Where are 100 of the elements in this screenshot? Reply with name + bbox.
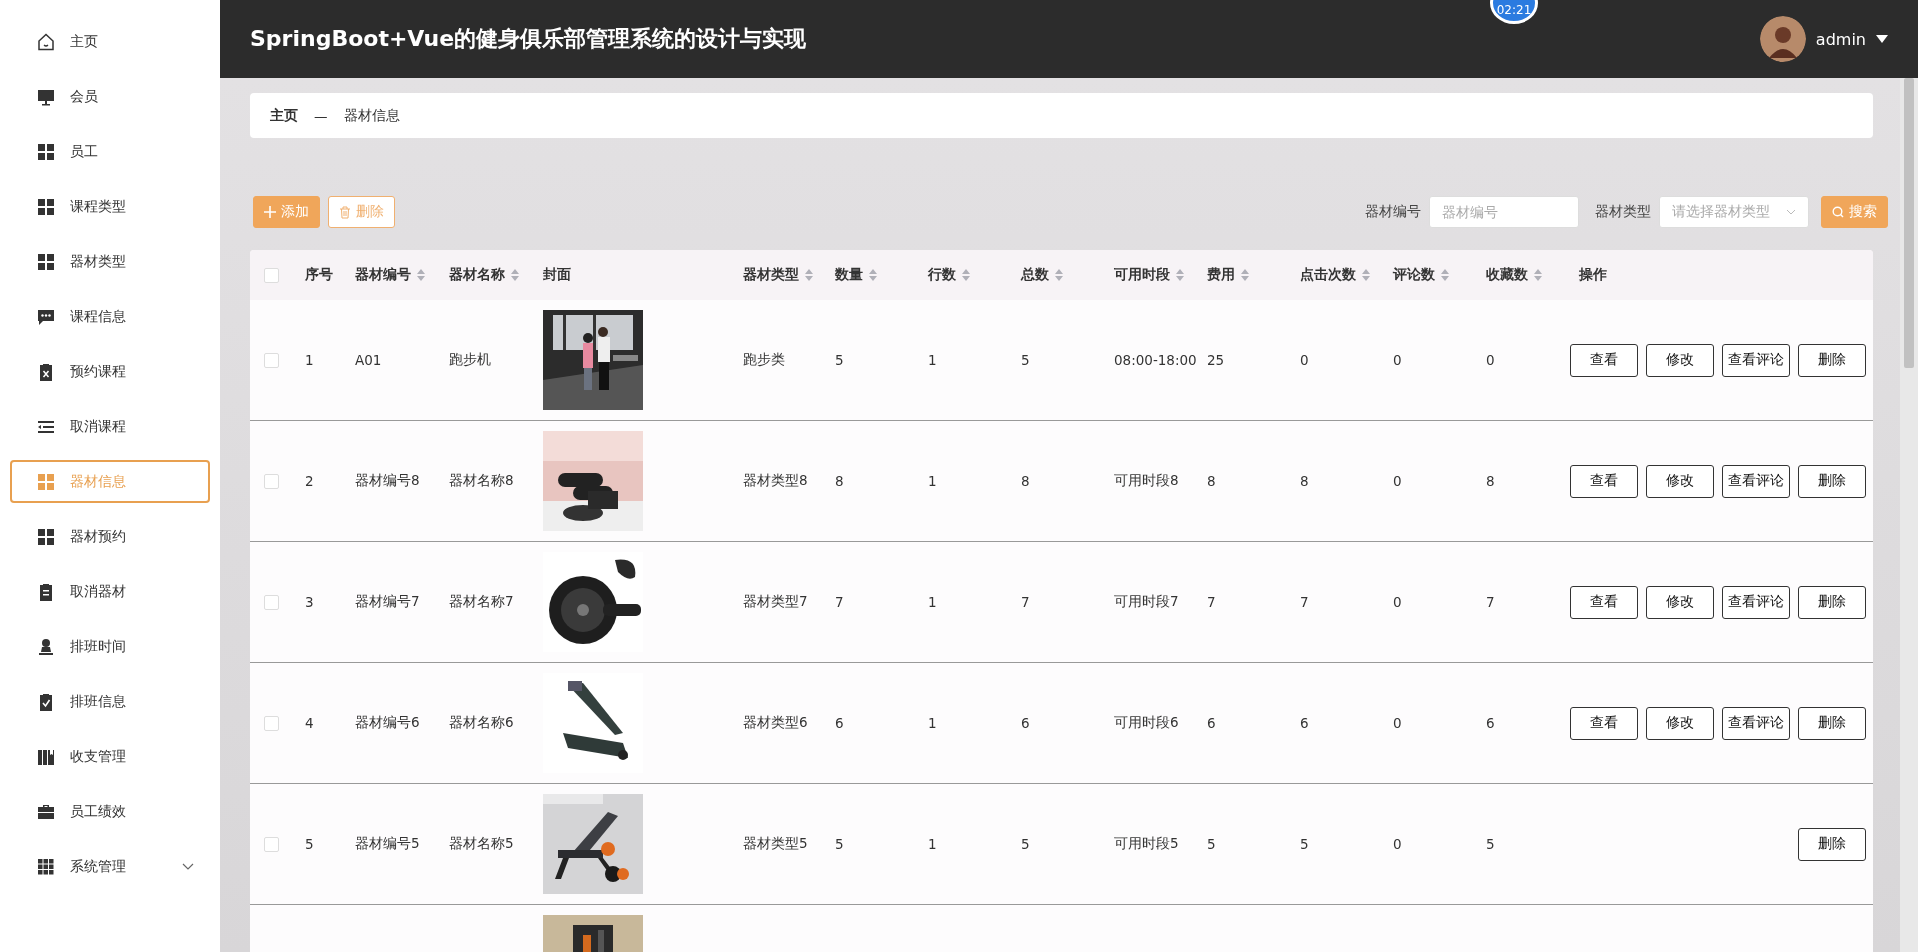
action-button[interactable]: 查看评论 [1722,343,1790,377]
sidebar-item[interactable]: 课程类型 [10,185,210,228]
trash-icon [339,205,351,219]
sort-icon[interactable] [417,269,425,281]
table-cell: 6 [1207,715,1216,731]
checkbox[interactable] [264,473,279,489]
table-cell: 器材名称6 [449,714,514,732]
action-button[interactable]: 查看 [1570,464,1638,498]
sidebar-item[interactable]: 系统管理 [10,845,210,888]
sort-icon[interactable] [1362,269,1370,281]
column-header[interactable]: 总数 [1021,266,1049,284]
table-cell: 6 [1300,715,1309,731]
table-cell: 器材编号5 [355,835,420,853]
table-cell: 器材编号6 [355,714,420,732]
table-cell: 7 [1300,594,1309,610]
avatar[interactable] [1759,16,1806,62]
checkbox[interactable] [264,352,279,368]
sidebar-item[interactable]: 员工 [10,130,210,173]
sidebar-item[interactable]: 器材预约 [10,515,210,558]
table-cell: 7 [835,594,844,610]
home-icon [36,31,56,52]
table-cell: 器材名称7 [449,593,514,611]
sort-icon[interactable] [511,269,519,281]
table-cell: 1 [928,715,937,731]
sort-icon[interactable] [805,269,813,281]
sidebar-item[interactable]: 排班时间 [10,625,210,668]
table-cell: 器材类型8 [743,472,808,490]
table-cell: 25 [1207,352,1225,368]
user-name[interactable]: admin [1815,29,1866,49]
sort-icon[interactable] [1176,269,1184,281]
table-cell: 1 [305,352,314,368]
scrollbar-thumb[interactable] [1904,78,1914,368]
column-header[interactable]: 器材类型 [743,266,799,284]
caret-down-icon[interactable] [1876,35,1888,43]
table-cell: A01 [355,352,382,368]
checkbox[interactable] [264,267,279,283]
table-cell: 0 [1486,352,1495,368]
sort-icon[interactable] [1441,269,1449,281]
input-field[interactable]: 器材编号 [1429,196,1579,228]
column-header[interactable]: 器材编号 [355,266,411,284]
sidebar-item[interactable]: 取消课程 [10,405,210,448]
sidebar-item[interactable]: 主页 [10,20,210,63]
action-button[interactable]: 查看 [1570,585,1638,619]
sidebar-item[interactable]: 员工绩效 [10,790,210,833]
column-header[interactable]: 器材名称 [449,266,505,284]
sort-icon[interactable] [1534,269,1542,281]
action-button[interactable]: 查看评论 [1722,585,1790,619]
action-button[interactable]: 删除 [1798,827,1866,861]
sort-icon[interactable] [1241,269,1249,281]
action-button[interactable]: 查看评论 [1722,706,1790,740]
column-header[interactable]: 行数 [928,266,956,284]
column-header[interactable]: 收藏数 [1486,266,1528,284]
column-header[interactable]: 评论数 [1393,266,1435,284]
table-cell: 5 [1021,352,1030,368]
action-button[interactable]: 删除 [1798,585,1866,619]
table-cell: 5 [835,352,844,368]
sort-icon[interactable] [1055,269,1063,281]
sort-icon[interactable] [869,269,877,281]
action-button[interactable]: 修改 [1646,464,1714,498]
action-button[interactable]: 删除 [1798,343,1866,377]
action-button[interactable]: 修改 [1646,585,1714,619]
filter-label: 器材编号 [1365,203,1421,221]
app-title: SpringBoot+Vue的健身俱乐部管理系统的设计与实现 [250,25,807,53]
table-cell: 08:00-18:00 [1114,352,1197,368]
sidebar-item[interactable]: 预约课程 [10,350,210,393]
table-cell: 7 [1021,594,1030,610]
table-cell: 1 [928,473,937,489]
breadcrumb-item[interactable]: 主页 [270,106,298,125]
table-cell: 0 [1393,594,1402,610]
stamp-icon [36,636,56,657]
plus-icon [264,206,276,218]
table-cell: 8 [835,473,844,489]
table-cell: 1 [928,594,937,610]
sidebar-item[interactable]: 排班信息 [10,680,210,723]
table-cell: 8 [1486,473,1495,489]
column-header[interactable]: 点击次数 [1300,266,1356,284]
action-button[interactable]: 修改 [1646,343,1714,377]
sidebar-item[interactable]: 会员 [10,75,210,118]
table-cell: 可用时段7 [1114,593,1179,611]
sidebar-item[interactable]: 取消器材 [10,570,210,613]
action-button[interactable]: 查看评论 [1722,464,1790,498]
column-header[interactable]: 费用 [1207,266,1235,284]
sidebar-item[interactable]: 收支管理 [10,735,210,778]
column-header[interactable]: 数量 [835,266,863,284]
chevron-down-icon [1786,209,1796,215]
action-button[interactable]: 查看 [1570,343,1638,377]
action-button[interactable]: 删除 [1798,706,1866,740]
table-cell: 7 [1486,594,1495,610]
action-button[interactable]: 查看 [1570,706,1638,740]
grid-icon [36,471,56,492]
column-header[interactable]: 可用时段 [1114,266,1170,284]
checkbox[interactable] [264,836,279,852]
action-button[interactable]: 删除 [1798,464,1866,498]
checkbox[interactable] [264,715,279,731]
action-button[interactable]: 修改 [1646,706,1714,740]
sidebar-item[interactable]: 课程信息 [10,295,210,338]
sort-icon[interactable] [962,269,970,281]
sidebar-item[interactable]: 器材类型 [10,240,210,283]
checkbox[interactable] [264,594,279,610]
table-cell: 可用时段8 [1114,472,1179,490]
